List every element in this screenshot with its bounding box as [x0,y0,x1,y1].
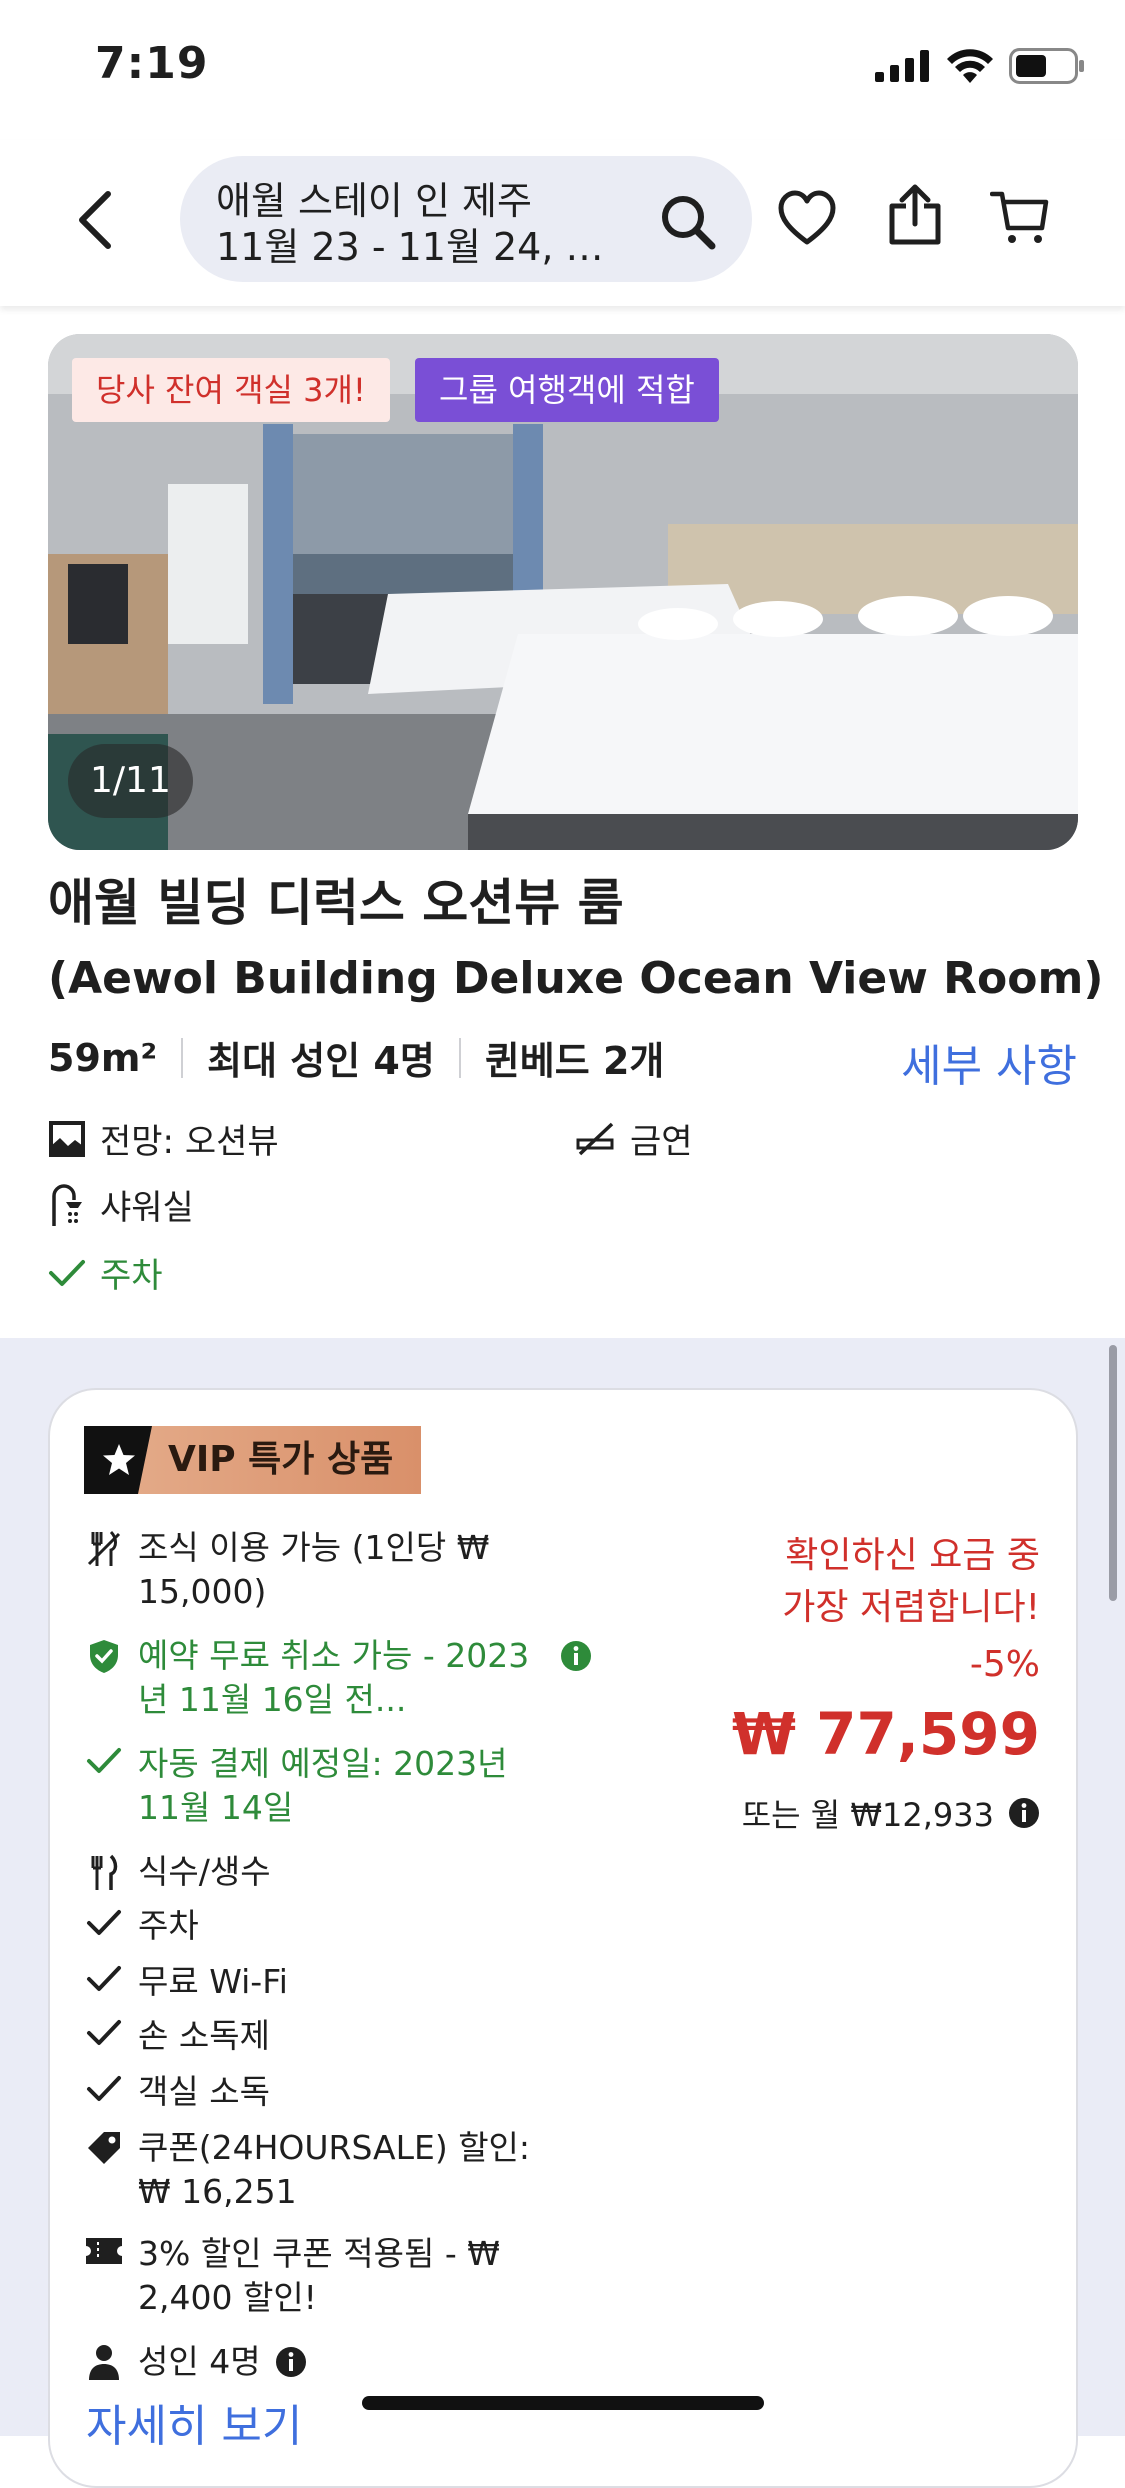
shield-check-icon [84,1634,124,1722]
perk-coupon-applied: 3% 할인 쿠폰 적용됨 - ₩ 2,400 할인! [84,2232,548,2320]
lowest-price-note-line2: 가장 저렴합니다! [782,1587,1040,1628]
feature-shower: 샤워실 [48,1180,194,1229]
battery-icon [1009,48,1084,84]
rooms-left-badge: 당사 잔여 객실 3개! [72,358,390,422]
chevron-left-icon [79,191,111,249]
check-icon [84,2070,124,2114]
feature-parking-label: 주차 [100,1256,163,1296]
details-link[interactable]: 세부 사항 [901,1030,1077,1094]
search-summary-box[interactable]: 애월 스테이 인 제주 11월 23 - 11월 24, 투숙객 4명 [180,156,752,282]
cart-icon[interactable] [990,190,1050,246]
room-title: 애월 빌딩 디럭스 오션뷰 룸 [48,874,624,932]
perk-room-disinfect: 객실 소독 [84,2070,548,2114]
monthly-price-label: 또는 월 ₩12,933 [741,1796,994,1834]
perk-breakfast-label: 조식 이용 가능 (1인당 ₩ 15,000) [138,1528,490,1611]
perk-coupon-label: 쿠폰(24HOURSALE) 할인: ₩ 16,251 [138,2128,531,2211]
check-icon [49,1259,85,1286]
offers-section: VIP 특가 상품 조식 이용 가능 (1인당 ₩ 15,000) 예약 무료 … [0,1338,1125,2488]
shower-icon [52,1183,82,1226]
wifi-icon [947,49,993,83]
perk-parking: 주차 [84,1904,548,1948]
perk-wifi-label: 무료 Wi-Fi [138,1962,288,2001]
perk-coupon: 쿠폰(24HOURSALE) 할인: ₩ 16,251 [84,2126,548,2214]
feature-nonsmoking-label: 금연 [630,1122,693,1162]
room-capacity: 최대 성인 4명 [207,1039,435,1083]
perk-breakfast: 조식 이용 가능 (1인당 ₩ 15,000) [84,1526,548,1614]
info-icon[interactable] [1008,1797,1040,1829]
search-dates: 11월 23 - 11월 24, 투숙객 4명 [216,225,616,269]
top-nav-bar: 애월 스테이 인 제주 11월 23 - 11월 24, 투숙객 4명 [0,140,1125,306]
room-specs: 59m² 최대 성인 4명 퀸베드 2개 [48,1030,664,1085]
check-icon [84,1960,124,2004]
perk-sanitizer: 손 소독제 [84,2014,548,2058]
person-icon [84,2340,124,2384]
perk-parking-label: 주차 [138,1906,199,1945]
price: ₩ 77,599 [732,1700,1040,1768]
perk-free-cancel[interactable]: 예약 무료 취소 가능 - 2023년 11월 16일 전... [84,1634,592,1722]
lowest-price-note: 확인하신 요금 중 가장 저렴합니다! [782,1530,1040,1634]
feature-view: 전망: 오션뷰 [48,1114,279,1163]
room-subtitle: (Aewol Building Deluxe Ocean View Room) [48,953,1104,1004]
room-beds: 퀸베드 2개 [484,1039,665,1083]
offer-card[interactable]: VIP 특가 상품 조식 이용 가능 (1인당 ₩ 15,000) 예약 무료 … [48,1388,1078,2488]
perk-room-disinfect-label: 객실 소독 [138,2072,270,2111]
perk-sanitizer-label: 손 소독제 [138,2016,270,2055]
check-icon [84,2014,124,2058]
scrollbar[interactable] [1109,1345,1117,1601]
share-icon[interactable] [888,184,942,246]
info-icon[interactable] [560,1640,592,1672]
ticket-icon [84,2232,124,2320]
check-icon [84,1904,124,1948]
perk-water: 식수/생수 [84,1850,548,1894]
perk-water-label: 식수/생수 [138,1852,271,1891]
photo-counter: 1/11 [68,744,193,818]
status-bar: 7:19 [0,0,1125,140]
vip-deal-badge: VIP 특가 상품 [84,1426,422,1494]
group-travel-badge: 그룹 여행객에 적합 [415,358,719,422]
perk-coupon-applied-label: 3% 할인 쿠폰 적용됨 - ₩ 2,400 할인! [138,2234,500,2317]
vip-deal-label: VIP 특가 상품 [138,1426,422,1494]
perk-adults-label: 성인 4명 [138,2342,261,2381]
back-button[interactable] [74,190,134,260]
feature-nonsmoking: 금연 [576,1114,693,1163]
perk-free-cancel-label: 예약 무료 취소 가능 - 2023년 11월 16일 전... [138,1636,530,1719]
home-indicator[interactable] [362,2396,764,2410]
no-smoking-icon [576,1122,614,1155]
room-size: 59m² [48,1035,158,1080]
fork-knife-icon [84,1850,124,1894]
heart-icon[interactable] [778,190,836,246]
monthly-price: 또는 월 ₩12,933 [742,1790,1040,1836]
perk-adults: 성인 4명 [84,2340,307,2384]
perk-wifi: 무료 Wi-Fi [84,1960,548,2004]
divider [181,1037,184,1078]
lowest-price-note-line1: 확인하신 요금 중 [785,1535,1040,1576]
feature-shower-label: 샤워실 [100,1188,194,1228]
see-more-link[interactable]: 자세히 보기 [86,2390,302,2454]
perk-auto-payment-label: 자동 결제 예정일: 2023년 11월 14일 [138,1744,508,1827]
discount-percent: -5% [969,1644,1040,1685]
info-icon[interactable] [275,2346,307,2378]
divider [458,1037,461,1078]
search-icon[interactable] [660,194,716,250]
feature-parking: 주차 [48,1248,163,1297]
status-icons [875,48,1085,84]
status-time: 7:19 [95,38,209,89]
no-fork-knife-icon [84,1526,124,1614]
ocean-view-icon [49,1120,85,1157]
check-icon [84,1742,124,1830]
cellular-signal-icon [875,50,929,82]
feature-view-label: 전망: 오션뷰 [100,1122,279,1162]
room-photo-carousel[interactable]: 당사 잔여 객실 3개! 그룹 여행객에 적합 1/11 [48,334,1078,850]
perk-auto-payment: 자동 결제 예정일: 2023년 11월 14일 [84,1742,548,1830]
tag-icon [84,2126,124,2214]
